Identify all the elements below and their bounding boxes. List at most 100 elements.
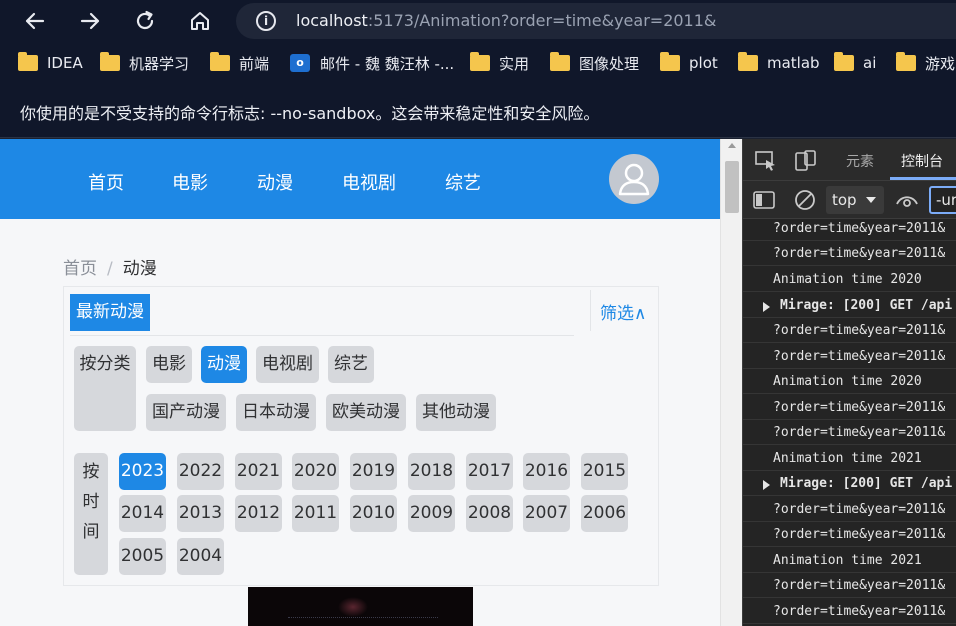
url-text[interactable]: localhost:5173/Animation?order=time&year… bbox=[296, 11, 716, 30]
reload-icon[interactable] bbox=[132, 8, 158, 34]
site-info-icon[interactable]: i bbox=[256, 11, 276, 31]
category-label: 按分类 bbox=[74, 346, 136, 431]
nav-movies[interactable]: 电影 bbox=[172, 169, 208, 195]
poster-credits bbox=[288, 617, 438, 622]
header-divider bbox=[590, 290, 591, 331]
page-viewport: 首页 电影 动漫 电视剧 综艺 首页 / 动漫 最新动漫 筛选∧ 按分类 电影 动漫… bbox=[0, 139, 720, 626]
breadcrumb-current: 动漫 bbox=[122, 259, 157, 279]
console-log-line: ?order=time&year=2011& bbox=[743, 599, 956, 624]
bookmark-ml[interactable]: 机器学习 bbox=[100, 52, 189, 74]
address-bar[interactable]: i localhost:5173/Animation?order=time&ye… bbox=[236, 3, 956, 39]
subcategory-western[interactable]: 欧美动漫 bbox=[326, 394, 406, 431]
year-2009[interactable]: 2009 bbox=[408, 495, 455, 532]
category-tv[interactable]: 电视剧 bbox=[256, 346, 319, 383]
sidebar-toggle-icon[interactable] bbox=[753, 190, 775, 214]
year-2018[interactable]: 2018 bbox=[408, 453, 455, 490]
bookmark-label: matlab bbox=[767, 54, 820, 72]
year-2015[interactable]: 2015 bbox=[581, 453, 628, 490]
tab-elements[interactable]: 元素 bbox=[846, 151, 874, 171]
console-group-line[interactable]: Mirage: [200] GET /api bbox=[743, 293, 956, 318]
category-variety[interactable]: 综艺 bbox=[328, 346, 374, 383]
bookmark-plot[interactable]: plot bbox=[660, 52, 718, 74]
page-scrollbar[interactable] bbox=[720, 139, 742, 626]
folder-icon bbox=[550, 52, 570, 71]
year-2016[interactable]: 2016 bbox=[523, 453, 570, 490]
year-2013[interactable]: 2013 bbox=[177, 495, 224, 532]
year-2011[interactable]: 2011 bbox=[292, 495, 339, 532]
folder-icon bbox=[834, 52, 854, 71]
year-2020[interactable]: 2020 bbox=[292, 453, 339, 490]
forward-arrow-icon[interactable] bbox=[77, 8, 103, 34]
folder-icon bbox=[660, 52, 680, 71]
year-2021[interactable]: 2021 bbox=[235, 453, 282, 490]
bookmark-useful[interactable]: 实用 bbox=[470, 52, 529, 74]
console-log-line: Animation time 2021 bbox=[743, 548, 956, 573]
year-2017[interactable]: 2017 bbox=[466, 453, 513, 490]
bookmark-idea[interactable]: IDEA bbox=[18, 52, 83, 74]
year-2007[interactable]: 2007 bbox=[523, 495, 570, 532]
year-2012[interactable]: 2012 bbox=[235, 495, 282, 532]
year-2014[interactable]: 2014 bbox=[119, 495, 166, 532]
year-2008[interactable]: 2008 bbox=[466, 495, 513, 532]
clear-console-icon[interactable] bbox=[794, 189, 816, 215]
subcategory-other[interactable]: 其他动漫 bbox=[416, 394, 496, 431]
bookmark-games[interactable]: 游戏 bbox=[896, 52, 955, 74]
active-tab-indicator bbox=[890, 177, 956, 180]
expand-arrow-icon[interactable] bbox=[763, 302, 770, 312]
nav-anime[interactable]: 动漫 bbox=[257, 169, 293, 195]
nav-tv[interactable]: 电视剧 bbox=[342, 169, 396, 195]
tab-console[interactable]: 控制台 bbox=[901, 151, 943, 171]
year-2006[interactable]: 2006 bbox=[581, 495, 628, 532]
url-path: :5173/Animation?order=time&year=2011& bbox=[367, 11, 717, 30]
year-2019[interactable]: 2019 bbox=[350, 453, 397, 490]
nav-home[interactable]: 首页 bbox=[88, 169, 124, 195]
expand-arrow-icon[interactable] bbox=[763, 480, 770, 490]
breadcrumb: 首页 / 动漫 bbox=[63, 254, 157, 279]
bookmark-label: 图像处理 bbox=[579, 54, 640, 73]
folder-icon bbox=[896, 52, 916, 71]
year-2004[interactable]: 2004 bbox=[177, 538, 224, 575]
inspect-element-icon[interactable] bbox=[755, 151, 777, 175]
year-2010[interactable]: 2010 bbox=[350, 495, 397, 532]
breadcrumb-home[interactable]: 首页 bbox=[63, 259, 97, 279]
folder-icon bbox=[738, 52, 758, 71]
page-content: 首页 / 动漫 最新动漫 筛选∧ 按分类 电影 动漫 电视剧 综艺 国产动漫 日本动… bbox=[0, 219, 720, 626]
bookmark-mail[interactable]: o 邮件 - 魏 魏汪林 -... bbox=[290, 52, 454, 74]
console-group-line[interactable]: Mirage: [200] GET /api bbox=[743, 471, 956, 496]
device-toolbar-icon[interactable] bbox=[795, 150, 817, 176]
folder-icon bbox=[470, 52, 490, 71]
bookmark-image[interactable]: 图像处理 bbox=[550, 52, 639, 74]
devtools-panel: 元素 控制台 top -url ?order=time&year=2011& ?… bbox=[742, 139, 956, 626]
bookmark-label: 实用 bbox=[499, 54, 530, 73]
console-log-line: ?order=time&year=2011& bbox=[743, 219, 956, 241]
category-movie[interactable]: 电影 bbox=[146, 346, 192, 383]
bookmark-matlab[interactable]: matlab bbox=[738, 52, 820, 74]
subcategory-chinese[interactable]: 国产动漫 bbox=[146, 394, 226, 431]
eye-icon[interactable] bbox=[895, 191, 919, 213]
year-2005[interactable]: 2005 bbox=[119, 538, 166, 575]
nav-variety[interactable]: 综艺 bbox=[445, 169, 481, 195]
avatar[interactable] bbox=[609, 154, 659, 204]
year-2023[interactable]: 2023 bbox=[119, 453, 166, 490]
anime-poster-thumbnail[interactable] bbox=[248, 587, 473, 626]
console-output: ?order=time&year=2011& ?order=time&year=… bbox=[743, 219, 956, 626]
home-icon[interactable] bbox=[187, 8, 213, 34]
folder-icon bbox=[100, 52, 120, 71]
scroll-thumb[interactable] bbox=[725, 161, 739, 213]
bookmark-ai[interactable]: ai bbox=[834, 52, 876, 74]
console-group-text: Mirage: [200] GET /api bbox=[780, 298, 953, 313]
context-selector[interactable]: top bbox=[826, 186, 884, 214]
bookmark-frontend[interactable]: 前端 bbox=[210, 52, 269, 74]
subcategory-japanese[interactable]: 日本动漫 bbox=[236, 394, 316, 431]
poster-artwork bbox=[338, 597, 368, 617]
console-log-line: ?order=time&year=2011& bbox=[743, 522, 956, 547]
bookmark-label: 机器学习 bbox=[129, 54, 190, 73]
back-arrow-icon[interactable] bbox=[22, 8, 48, 34]
year-2022[interactable]: 2022 bbox=[177, 453, 224, 490]
scroll-up-arrow-icon[interactable] bbox=[728, 143, 736, 148]
console-log-line: ?order=time&year=2011& bbox=[743, 241, 956, 266]
filter-toggle-button[interactable]: 筛选∧ bbox=[600, 299, 646, 324]
category-anime[interactable]: 动漫 bbox=[201, 346, 247, 383]
bookmark-label: 游戏 bbox=[925, 54, 956, 73]
console-filter-input[interactable]: -url bbox=[929, 186, 956, 214]
